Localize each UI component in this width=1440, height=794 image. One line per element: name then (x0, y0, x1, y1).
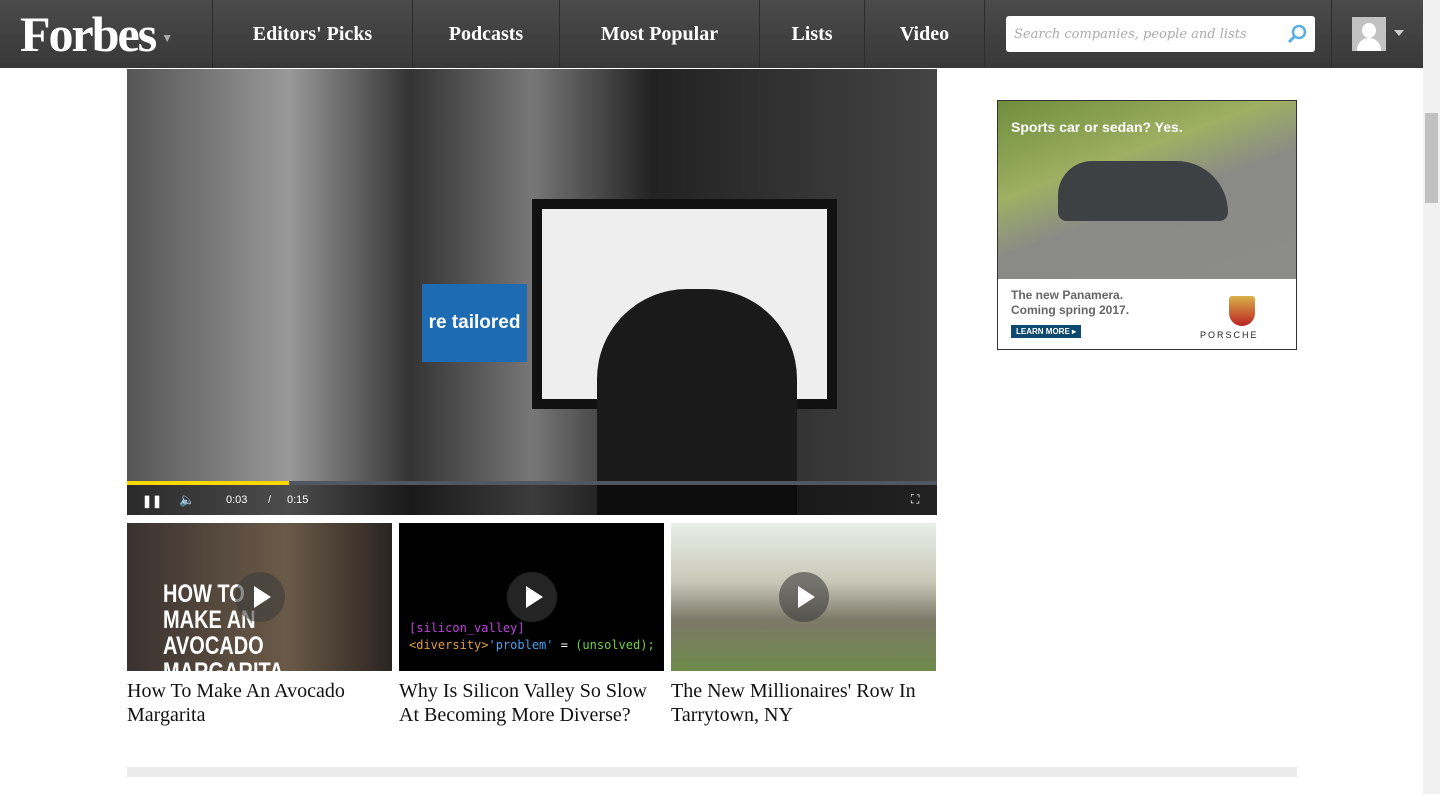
nav-lists[interactable]: Lists (760, 0, 865, 68)
video-controls: ❚❚ 🔈 0:03 / 0:15 ⛶ (127, 485, 937, 515)
play-icon[interactable] (235, 572, 285, 622)
scrollbar-thumb[interactable] (1425, 113, 1438, 203)
chevron-down-icon[interactable]: ▼ (161, 31, 173, 46)
ad-text: The new Panamera. Coming spring 2017. (1011, 288, 1130, 317)
nav-editors-picks[interactable]: Editors' Picks (213, 0, 413, 68)
ad-headline: Sports car or sedan? Yes. (1011, 119, 1183, 135)
video-overlay-text: re tailored (422, 284, 527, 362)
time-separator: / (268, 494, 272, 506)
related-video-3[interactable]: The New Millionaires' Row In Tarrytown, … (671, 523, 936, 727)
car-image (1058, 161, 1228, 221)
related-video-title[interactable]: Why Is Silicon Valley So Slow At Becomin… (399, 679, 664, 727)
scrollbar[interactable] (1423, 0, 1440, 794)
logo-text: Forbes (20, 6, 157, 62)
search-box (1006, 16, 1315, 52)
video-thumbnail[interactable] (671, 523, 936, 671)
ad-image: Sports car or sedan? Yes. (998, 101, 1296, 279)
pause-icon[interactable]: ❚❚ (142, 494, 162, 508)
nav-video[interactable]: Video (865, 0, 985, 68)
related-video-title[interactable]: How To Make An Avocado Margarita (127, 679, 392, 727)
video-player[interactable]: re tailored ❚❚ 🔈 0:03 / 0:15 ⛶ (127, 69, 937, 515)
section-divider (127, 767, 1297, 777)
video-thumbnail[interactable]: [silicon_valley] <diversity>'problem' = … (399, 523, 664, 671)
search-icon[interactable] (1287, 24, 1307, 44)
current-time: 0:03 (226, 494, 248, 506)
volume-icon[interactable]: 🔈 (179, 492, 195, 508)
related-video-2[interactable]: [silicon_valley] <diversity>'problem' = … (399, 523, 664, 727)
learn-more-button[interactable]: LEARN MORE ▸ (1011, 325, 1082, 338)
play-icon[interactable] (507, 572, 557, 622)
porsche-crest-icon (1229, 296, 1255, 326)
search-input[interactable] (1014, 26, 1287, 42)
duration: 0:15 (287, 494, 309, 506)
video-thumbnail[interactable]: HOW TO MAKE AN AVOCADO MARGARITA (127, 523, 392, 671)
thumbnail-code-1: [silicon_valley] (409, 621, 525, 635)
nav-podcasts[interactable]: Podcasts (413, 0, 560, 68)
chevron-down-icon[interactable] (1394, 30, 1404, 36)
related-video-1[interactable]: HOW TO MAKE AN AVOCADO MARGARITA How To … (127, 523, 392, 727)
user-avatar[interactable] (1352, 17, 1386, 51)
forbes-logo[interactable]: Forbes ▼ (0, 0, 213, 68)
top-nav: Forbes ▼ Editors' Picks Podcasts Most Pop… (0, 0, 1423, 68)
ad-brand: PORSCHE (1200, 330, 1259, 340)
porsche-ad[interactable]: Sports car or sedan? Yes. The new Paname… (997, 100, 1297, 350)
related-video-title[interactable]: The New Millionaires' Row In Tarrytown, … (671, 679, 936, 727)
play-icon[interactable] (779, 572, 829, 622)
fullscreen-icon[interactable]: ⛶ (911, 492, 919, 507)
nav-most-popular[interactable]: Most Popular (560, 0, 760, 68)
thumbnail-code-2: <diversity>'problem' = (unsolved); (409, 638, 655, 652)
